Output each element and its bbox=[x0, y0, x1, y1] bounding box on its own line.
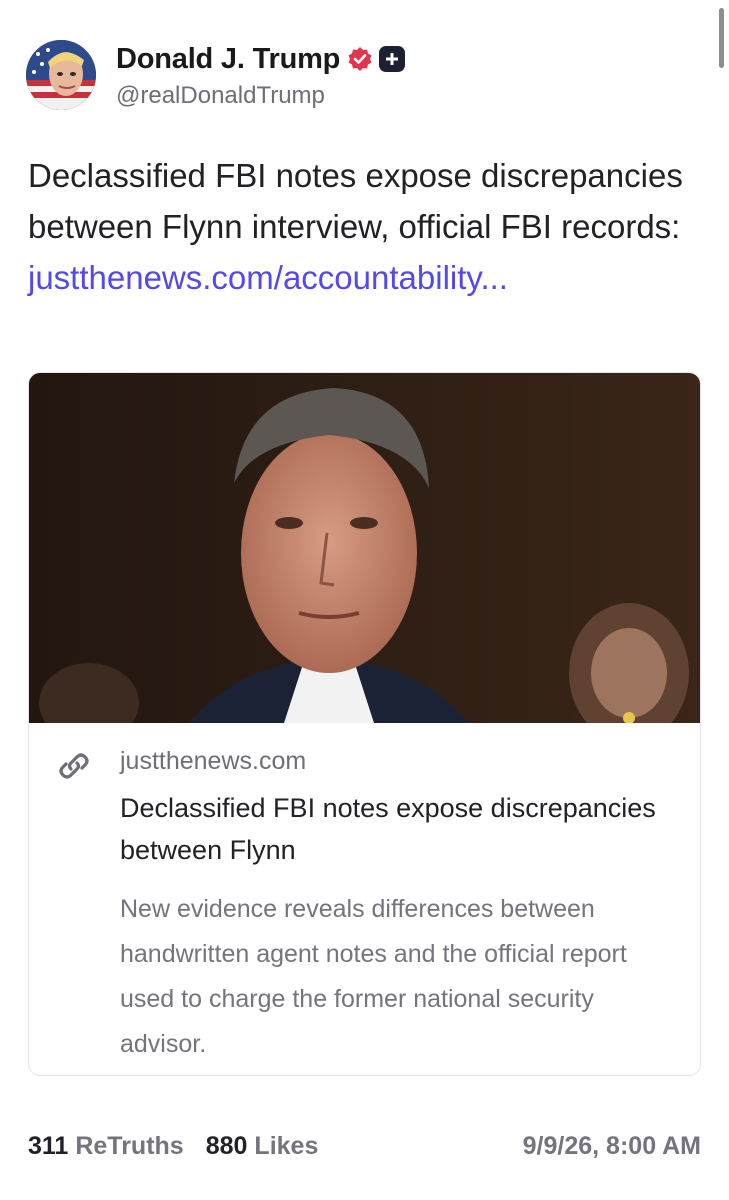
plus-badge-icon bbox=[379, 46, 406, 72]
avatar-image bbox=[26, 40, 96, 110]
post-timestamp: 9/9/26, 8:00 AM bbox=[522, 1132, 701, 1160]
card-description: New evidence reveals differences between… bbox=[120, 895, 627, 1058]
retruths-label: ReTruths bbox=[75, 1132, 184, 1160]
post-body: Declassified FBI notes expose discrepanc… bbox=[28, 150, 688, 303]
card-image bbox=[29, 373, 700, 723]
avatar[interactable] bbox=[26, 40, 96, 110]
name-row: Donald J. Trump bbox=[116, 43, 406, 76]
scrollbar[interactable] bbox=[719, 8, 724, 68]
likes-label: Likes bbox=[254, 1132, 319, 1160]
post-stats: 311 ReTruths 880 Likes 9/9/26, 8:00 AM bbox=[28, 1132, 701, 1161]
author-display-name[interactable]: Donald J. Trump bbox=[116, 43, 340, 76]
retruths-stat[interactable]: 311 ReTruths bbox=[28, 1132, 184, 1161]
verified-badge-icon bbox=[348, 47, 372, 71]
likes-count: 880 bbox=[205, 1132, 248, 1160]
author-names: Donald J. Trump @realDonaldTrump bbox=[116, 43, 406, 110]
card-domain: justthenews.com bbox=[120, 747, 307, 775]
link-icon bbox=[59, 753, 89, 779]
link-preview-card[interactable]: justthenews.com Declassified FBI notes e… bbox=[28, 372, 701, 1076]
post-page: Donald J. Trump @realDonaldTrump Declass… bbox=[0, 0, 729, 1200]
likes-stat[interactable]: 880 Likes bbox=[206, 1132, 319, 1161]
post-header: Donald J. Trump @realDonaldTrump bbox=[26, 40, 406, 110]
author-handle[interactable]: @realDonaldTrump bbox=[116, 82, 405, 110]
retruths-count: 311 bbox=[28, 1132, 69, 1160]
post-text: Declassified FBI notes expose discrepanc… bbox=[28, 157, 683, 245]
card-title: Declassified FBI notes expose discrepanc… bbox=[120, 793, 656, 865]
post-link[interactable]: justthenews.com/accountability... bbox=[28, 252, 688, 303]
